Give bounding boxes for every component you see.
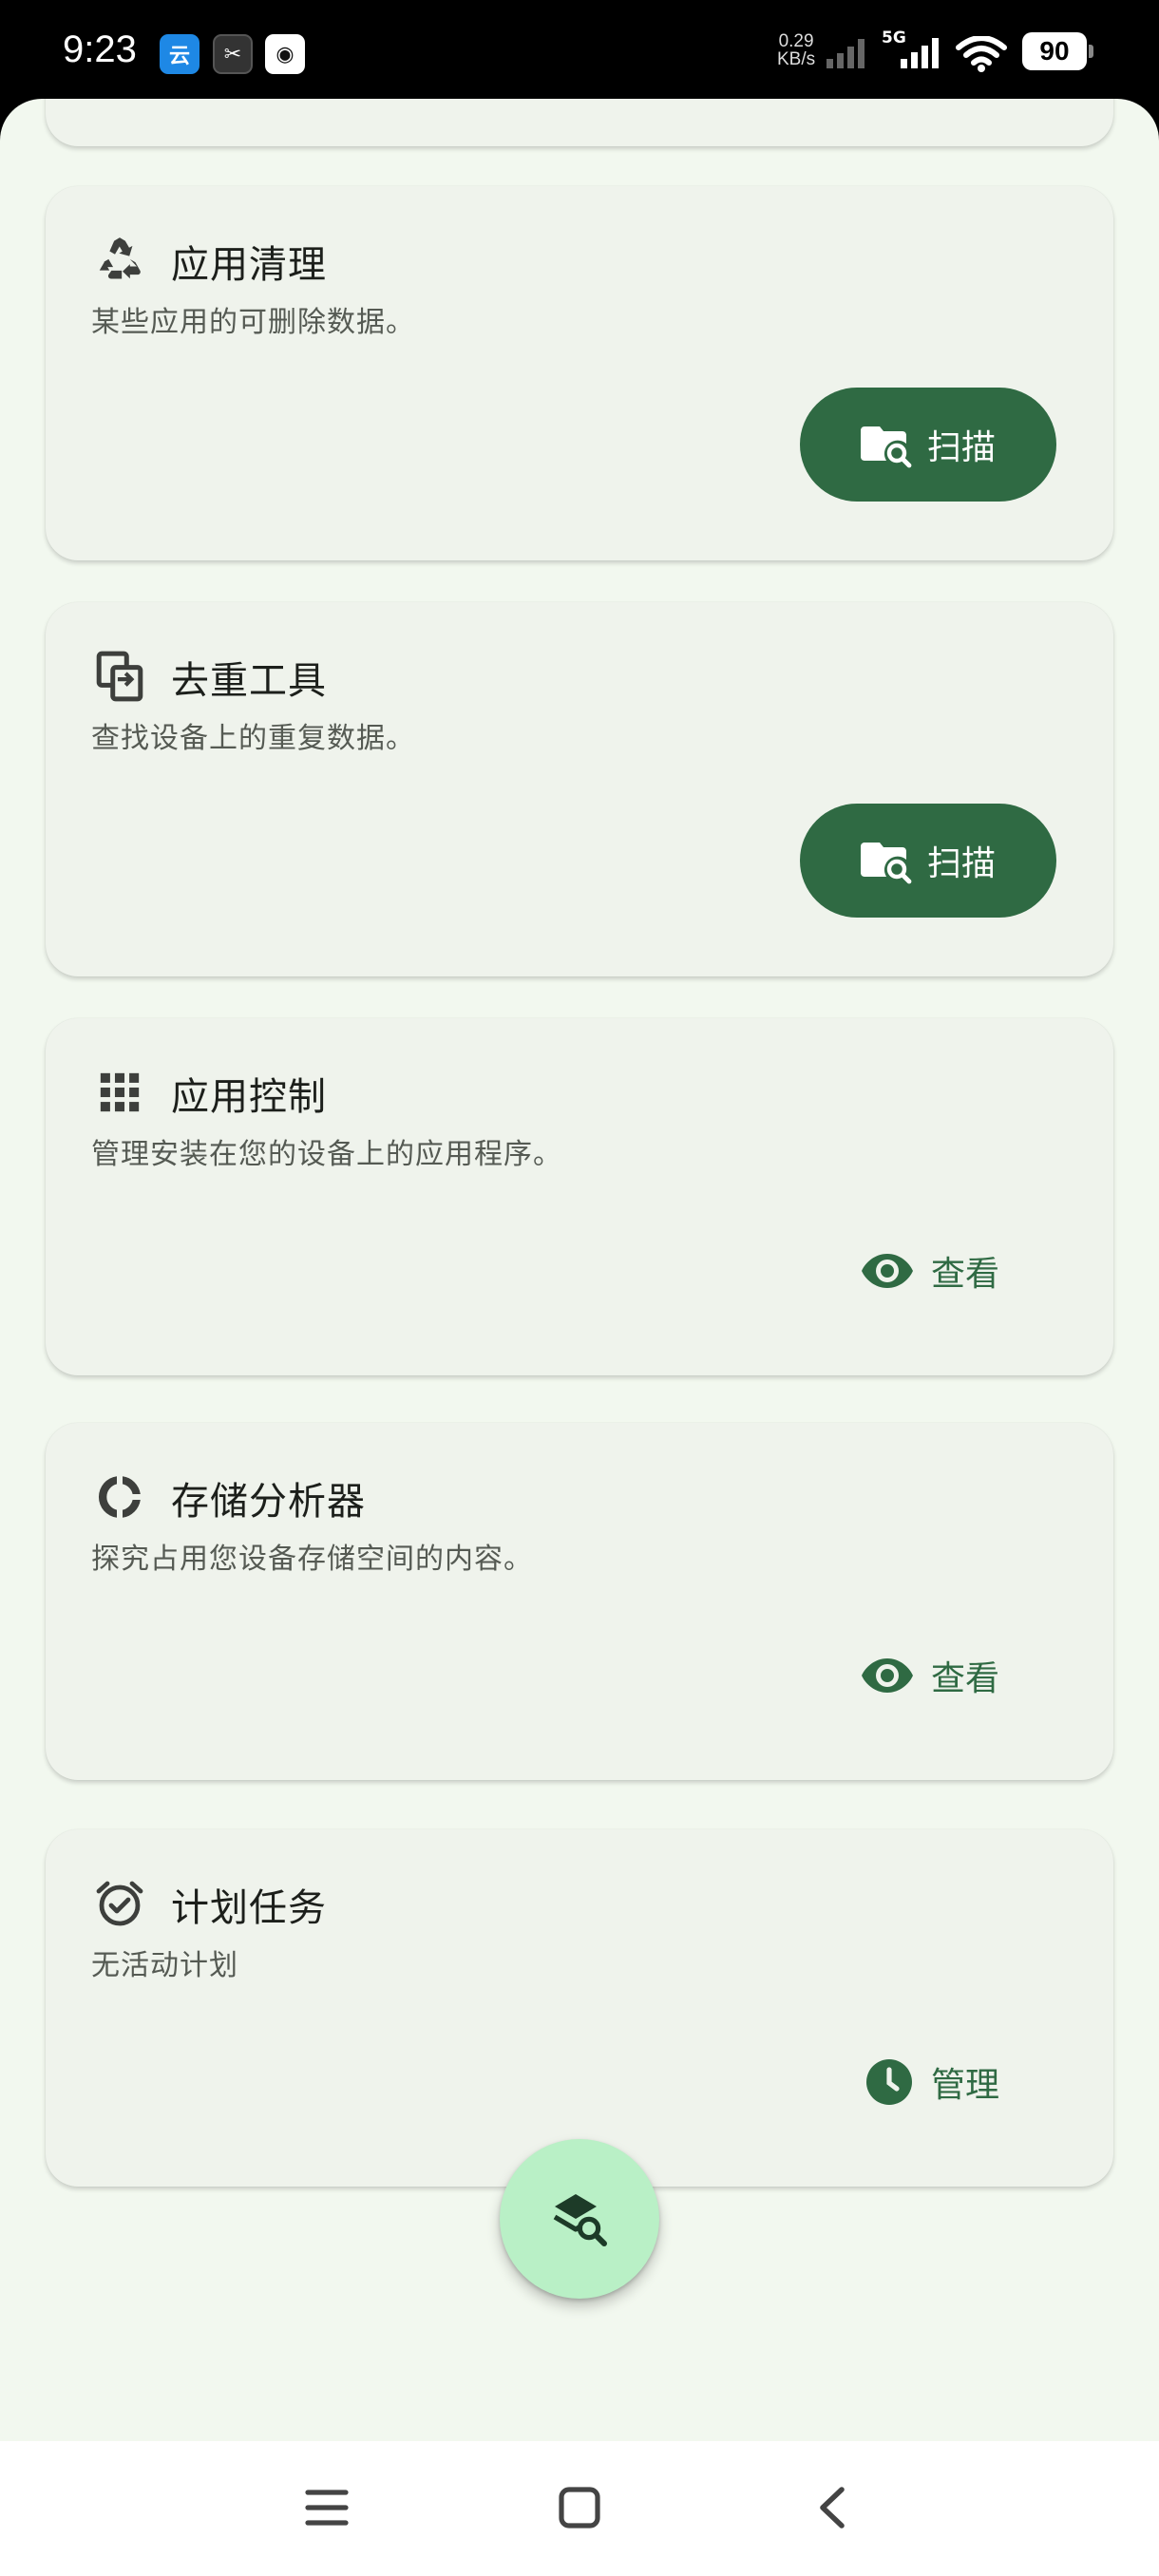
folder-search-icon	[860, 426, 912, 468]
card-description: 查找设备上的重复数据。	[91, 722, 415, 755]
layers-search-icon	[553, 2194, 607, 2246]
view-button-label: 查看	[930, 1255, 999, 1294]
folder-search-icon	[860, 843, 912, 884]
eye-icon	[861, 1658, 913, 1693]
view-button-label: 查看	[930, 1659, 999, 1698]
card-description: 某些应用的可删除数据。	[91, 306, 415, 339]
clock-icon	[865, 2059, 912, 2105]
scan-button[interactable]: 扫描	[800, 804, 1056, 918]
status-bar: 9:23 云 ✂ ◉ 0.29 KB/s 5G 90	[0, 0, 1159, 106]
back-chevron-icon[interactable]	[804, 2479, 861, 2536]
apps-grid-icon	[95, 1068, 144, 1117]
scan-button-label: 扫描	[926, 844, 996, 883]
card-title: 计划任务	[171, 1886, 327, 1930]
battery-level: 90	[1022, 32, 1087, 70]
network-speed: 0.29 KB/s	[777, 31, 816, 69]
notification-app-icon-2: ✂	[213, 34, 253, 74]
card-description: 探究占用您设备存储空间的内容。	[91, 1543, 533, 1576]
card-title: 去重工具	[171, 659, 327, 703]
battery-tip	[1089, 45, 1093, 58]
manage-button[interactable]: 管理	[864, 2044, 999, 2120]
card-deduplicator: 去重工具 查找设备上的重复数据。 扫描	[46, 602, 1113, 976]
card-title: 应用清理	[171, 243, 327, 287]
duplicate-icon	[95, 651, 144, 702]
card-scheduled-tasks: 计划任务 无活动计划 管理	[46, 1829, 1113, 2187]
donut-chart-icon	[95, 1472, 144, 1522]
wifi-icon	[956, 36, 1007, 72]
card-storage-analyzer: 存储分析器 探究占用您设备存储空间的内容。 查看	[46, 1423, 1113, 1780]
card-app-control: 应用控制 管理安装在您的设备上的应用程序。 查看	[46, 1018, 1113, 1375]
scan-button-label: 扫描	[926, 428, 996, 467]
card-description: 无活动计划	[91, 1949, 238, 1982]
view-button[interactable]: 查看	[861, 1638, 999, 1714]
manage-button-label: 管理	[930, 2066, 999, 2105]
system-navigation-bar	[0, 2441, 1159, 2576]
previous-card	[46, 99, 1113, 146]
view-button[interactable]: 查看	[861, 1233, 999, 1309]
alarm-check-icon	[95, 1879, 144, 1928]
scan-button[interactable]: 扫描	[800, 388, 1056, 502]
signal-1-icon	[826, 39, 864, 68]
home-square-icon[interactable]	[551, 2479, 608, 2536]
scan-all-fab[interactable]	[500, 2139, 659, 2299]
card-title: 应用控制	[171, 1075, 327, 1119]
eye-icon	[861, 1254, 913, 1288]
notification-app-icon-3: ◉	[265, 34, 305, 74]
tools-list[interactable]: 应用清理 某些应用的可删除数据。 扫描 去重工具 查找设备上的重复数据。 扫描 …	[0, 99, 1159, 2441]
signal-2-icon	[901, 38, 939, 68]
status-time: 9:23	[63, 28, 137, 70]
card-app-cleaner: 应用清理 某些应用的可删除数据。 扫描	[46, 186, 1113, 560]
card-title: 存储分析器	[171, 1480, 366, 1524]
card-description: 管理安装在您的设备上的应用程序。	[91, 1138, 562, 1171]
menu-icon[interactable]	[298, 2479, 355, 2536]
notification-app-icon-1: 云	[160, 34, 200, 74]
recycle-icon	[95, 236, 144, 285]
